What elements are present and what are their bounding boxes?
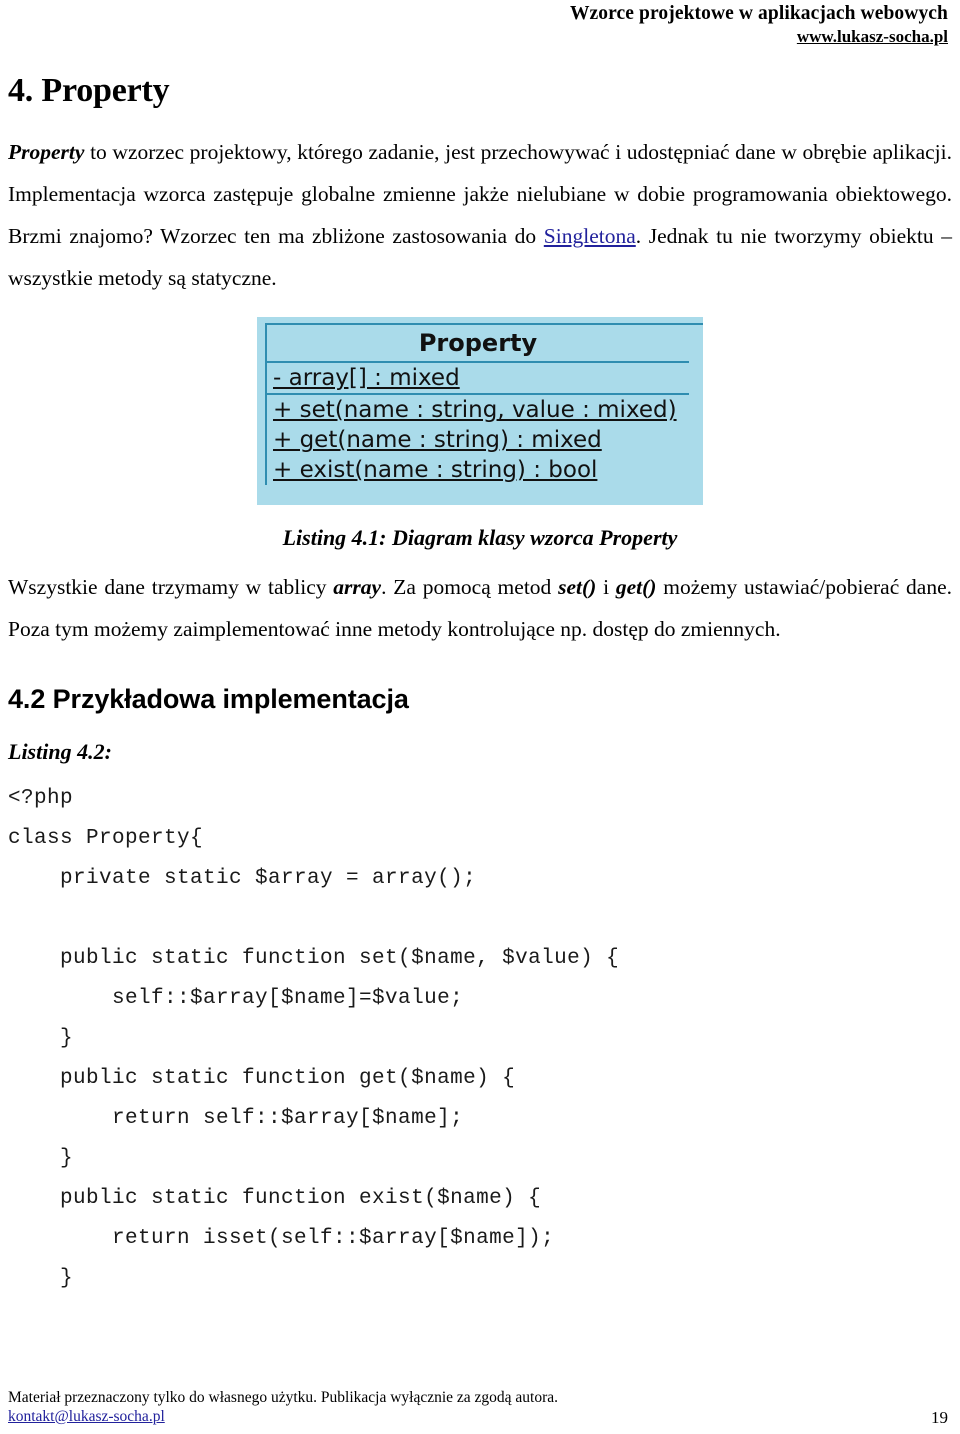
uml-methods-compartment: + set(name : string, value : mixed) + ge… xyxy=(267,395,703,485)
uml-method-text: + get(name : string) : mixed xyxy=(273,427,602,454)
footer-email-link[interactable]: kontakt@lukasz-socha.pl xyxy=(8,1407,165,1426)
listing-label: Listing 4.2: xyxy=(8,738,112,764)
page-number: 19 xyxy=(931,1408,948,1427)
page-footer: Materiał przeznaczony tylko do własnego … xyxy=(8,1388,952,1427)
header-site-url[interactable]: www.lukasz-socha.pl xyxy=(8,26,948,48)
explanation-text-1: Wszystkie dane trzymamy w tablicy xyxy=(8,574,334,599)
uml-class-name: Property xyxy=(267,325,689,364)
intro-paragraph: Property to wzorzec projektowy, którego … xyxy=(8,131,952,299)
document-page: Wzorce projektowe w aplikacjach webowych… xyxy=(0,0,960,1434)
explanation-text-3: i xyxy=(596,574,616,599)
explanation-paragraph: Wszystkie dane trzymamy w tablicy array.… xyxy=(8,566,952,650)
page-title: 4. Property xyxy=(8,72,170,109)
uml-diagram-container: Property - array[] : mixed + set(name : … xyxy=(8,317,952,506)
uml-method-row: + set(name : string, value : mixed) xyxy=(267,395,703,425)
uml-class-frame: Property - array[] : mixed + set(name : … xyxy=(265,323,703,486)
section-heading: 4.2 Przykładowa implementacja xyxy=(8,683,409,714)
singleton-link[interactable]: Singletona xyxy=(544,224,636,248)
header-title: Wzorce projektowe w aplikacjach webowych xyxy=(569,3,948,24)
uml-method-row: + get(name : string) : mixed xyxy=(267,425,703,455)
footer-copyright-note: Materiał przeznaczony tylko do własnego … xyxy=(8,1389,559,1406)
explanation-text-2: . Za pomocą metod xyxy=(381,574,559,599)
uml-attributes-compartment: - array[] : mixed xyxy=(267,363,689,396)
code-block: <?php class Property{ private static $ar… xyxy=(8,787,620,1291)
term-array: array xyxy=(333,574,382,599)
intro-lead-term: Property xyxy=(8,140,85,165)
uml-attribute-text: - array[] : mixed xyxy=(273,365,460,392)
uml-attribute-row: - array[] : mixed xyxy=(267,363,689,393)
term-set: set() xyxy=(558,574,597,599)
uml-method-row: + exist(name : string) : bool xyxy=(267,455,703,485)
term-get: get() xyxy=(615,574,657,599)
uml-class-box: Property - array[] : mixed + set(name : … xyxy=(257,317,703,506)
running-header: Wzorce projektowe w aplikacjach webowych… xyxy=(8,0,952,48)
figure-caption: Listing 4.1: Diagram klasy wzorca Proper… xyxy=(282,525,678,551)
uml-method-text: + exist(name : string) : bool xyxy=(273,457,598,484)
uml-method-text: + set(name : string, value : mixed) xyxy=(273,397,677,424)
